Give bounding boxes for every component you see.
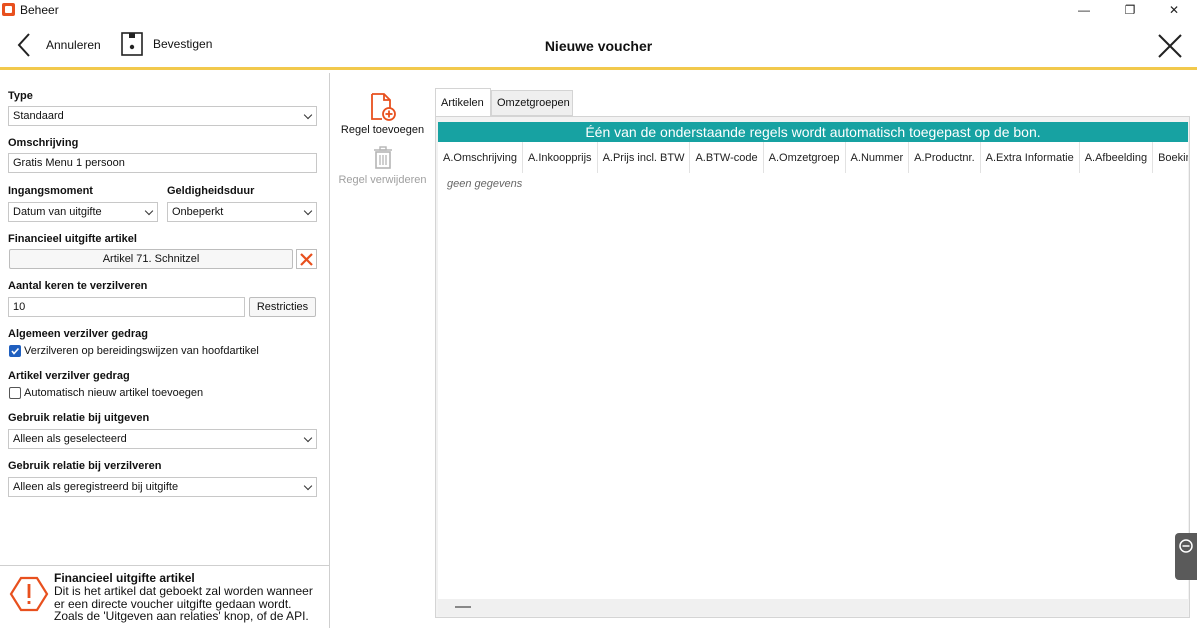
- financial-article-button[interactable]: Artikel 71. Schnitzel: [9, 249, 293, 269]
- clear-article-button[interactable]: [296, 249, 317, 269]
- article-behaviour-checkbox-label: Automatisch nieuw artikel toevoegen: [24, 387, 204, 399]
- cancel-button[interactable]: Annuleren: [16, 32, 101, 58]
- tab-artikelen[interactable]: Artikelen: [435, 88, 491, 116]
- column-header[interactable]: A.Inkoopprijs: [523, 142, 598, 173]
- relation-issue-label: Gebruik relatie bij uitgeven: [8, 412, 150, 424]
- checkbox-checked-icon: [9, 345, 21, 357]
- validity-label: Geldigheidsduur: [167, 185, 255, 197]
- save-icon: [121, 32, 143, 56]
- toolbar: Annuleren Bevestigen Nieuwe voucher: [0, 20, 1197, 70]
- close-dialog-button[interactable]: [1157, 33, 1183, 62]
- warning-icon: [9, 576, 49, 612]
- confirm-label: Bevestigen: [153, 37, 213, 51]
- relation-redeem-label: Gebruik relatie bij verzilveren: [8, 460, 162, 472]
- description-input[interactable]: Gratis Menu 1 persoon: [8, 153, 317, 173]
- column-header[interactable]: A.Nummer: [846, 142, 910, 173]
- voucher-form-panel: Type Standaard Omschrijving Gratis Menu …: [0, 73, 330, 628]
- add-document-icon: [370, 93, 396, 121]
- app-icon: [2, 3, 15, 16]
- checkbox-unchecked-icon: [9, 387, 21, 399]
- maximize-button[interactable]: ❐: [1107, 0, 1153, 20]
- close-icon: [1158, 34, 1182, 58]
- article-behaviour-label: Artikel verzilver gedrag: [8, 370, 130, 382]
- info-title: Financieel uitgifte artikel: [54, 571, 195, 585]
- general-behaviour-checkbox[interactable]: Verzilveren op bereidingswijzen van hoof…: [9, 345, 259, 357]
- redeem-count-input[interactable]: 10: [8, 297, 245, 317]
- side-support-tab[interactable]: [1175, 533, 1197, 580]
- scrollbar-thumb[interactable]: [455, 606, 471, 608]
- add-row-label: Regel toevoegen: [340, 124, 425, 136]
- column-header[interactable]: A.Afbeelding: [1080, 142, 1154, 173]
- trash-icon: [373, 146, 392, 169]
- clear-x-icon: [300, 252, 313, 266]
- back-arrow-icon: [17, 33, 30, 57]
- column-header[interactable]: Boekin: [1153, 142, 1188, 173]
- info-text: Dit is het artikel dat geboekt zal worde…: [54, 584, 313, 623]
- column-header[interactable]: A.Omzetgroep: [764, 142, 846, 173]
- remove-row-button[interactable]: Regel verwijderen: [335, 146, 430, 186]
- window-title: Beheer: [20, 3, 59, 17]
- article-behaviour-checkbox[interactable]: Automatisch nieuw artikel toevoegen: [9, 387, 203, 399]
- column-header[interactable]: A.Extra Informatie: [981, 142, 1080, 173]
- start-moment-label: Ingangsmoment: [8, 185, 93, 197]
- window-titlebar: Beheer — ❐ ✕: [0, 0, 1197, 20]
- type-label: Type: [8, 90, 33, 102]
- validity-select[interactable]: Onbeperkt: [167, 202, 317, 222]
- grid-panel: Één van de onderstaande regels wordt aut…: [435, 116, 1190, 618]
- confirm-button[interactable]: Bevestigen: [121, 32, 212, 56]
- horizontal-scrollbar[interactable]: [438, 599, 1188, 616]
- close-window-button[interactable]: ✕: [1151, 0, 1197, 20]
- redeem-count-label: Aantal keren te verzilveren: [8, 280, 148, 292]
- relation-redeem-select[interactable]: Alleen als geregistreerd bij uitgifte: [8, 477, 317, 497]
- add-row-button[interactable]: Regel toevoegen: [335, 90, 430, 136]
- remote-support-icon: [1179, 539, 1193, 553]
- financial-article-label: Financieel uitgifte artikel: [8, 233, 137, 245]
- info-box: Financieel uitgifte artikel Dit is het a…: [0, 565, 329, 628]
- general-behaviour-checkbox-label: Verzilveren op bereidingswijzen van hoof…: [24, 345, 259, 357]
- column-header[interactable]: A.Productnr.: [909, 142, 981, 173]
- relation-issue-select[interactable]: Alleen als geselecteerd: [8, 429, 317, 449]
- empty-grid-text: geen gegevens: [447, 178, 523, 190]
- column-header[interactable]: A.Prijs incl. BTW: [598, 142, 691, 173]
- restrictions-button[interactable]: Restricties: [249, 297, 316, 317]
- grid-banner: Één van de onderstaande regels wordt aut…: [438, 122, 1188, 142]
- start-moment-select[interactable]: Datum van uitgifte: [8, 202, 158, 222]
- data-grid: A.Omschrijving A.Inkoopprijs A.Prijs inc…: [438, 142, 1188, 599]
- minimize-button[interactable]: —: [1061, 0, 1107, 20]
- remove-row-label: Regel verwijderen: [338, 174, 427, 186]
- description-label: Omschrijving: [8, 137, 79, 149]
- general-behaviour-label: Algemeen verzilver gedrag: [8, 328, 149, 340]
- type-select[interactable]: Standaard: [8, 106, 317, 126]
- grid-header-row: A.Omschrijving A.Inkoopprijs A.Prijs inc…: [438, 142, 1188, 173]
- column-header[interactable]: A.Omschrijving: [438, 142, 523, 173]
- tab-omzetgroepen[interactable]: Omzetgroepen: [491, 90, 573, 116]
- cancel-label: Annuleren: [46, 38, 101, 52]
- column-header[interactable]: A.BTW-code: [690, 142, 764, 173]
